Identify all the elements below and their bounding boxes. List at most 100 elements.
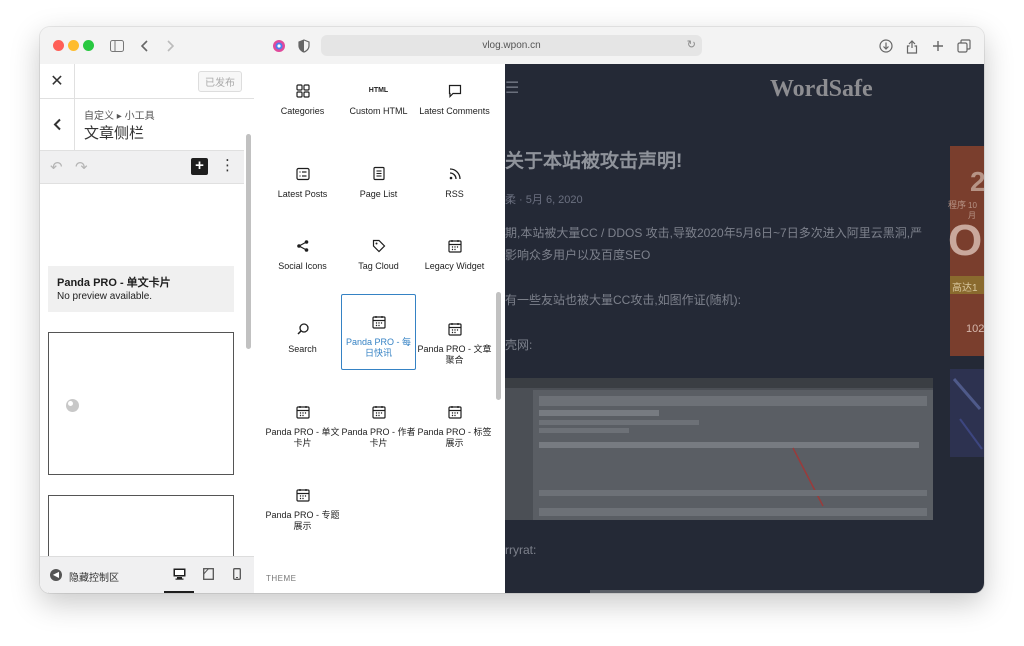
widget-preview[interactable] — [48, 332, 234, 475]
block-label: Panda PRO - 专题展示 — [265, 510, 340, 531]
browser-window: vlog.wpon.cn ↻ ✕ 已发布 自定义 ▸ 小工具 文章侧栏 ↶ ↷ … — [40, 27, 984, 593]
calendar-icon — [447, 240, 462, 253]
screenshot-content — [533, 390, 933, 520]
inserter-section-label: THEME — [266, 574, 297, 583]
block-label: Page List — [359, 189, 398, 199]
menu-icon[interactable]: ☰ — [505, 78, 519, 98]
post-meta: 柔 · 5月 6, 2020 — [505, 194, 583, 206]
mobile-preview-icon[interactable] — [229, 566, 245, 582]
sidebar-image[interactable] — [950, 369, 984, 457]
inserter-scrollbar[interactable] — [496, 292, 501, 400]
widget-block-card[interactable]: Panda PRO - 单文卡片 No preview available. — [48, 266, 234, 312]
published-button[interactable]: 已发布 — [198, 71, 242, 92]
panel-scrollbar[interactable] — [246, 134, 251, 349]
block-panda-tag-display[interactable]: Panda PRO - 标签展示 — [417, 385, 492, 461]
block-label: Latest Posts — [277, 189, 328, 199]
undo-icon[interactable]: ↶ — [50, 158, 63, 176]
block-custom-html[interactable]: HTML Custom HTML — [341, 64, 416, 140]
block-label: Categories — [280, 106, 325, 116]
customizer-header: ✕ 已发布 — [40, 64, 254, 99]
block-label: Panda PRO - 标签展示 — [417, 427, 492, 448]
forward-icon[interactable] — [160, 36, 180, 56]
block-panda-topic-display[interactable]: Panda PRO - 专题展示 — [265, 468, 340, 544]
block-panda-article-aggregate[interactable]: Panda PRO - 文章聚合 — [417, 302, 492, 378]
close-customizer-button[interactable]: ✕ — [40, 64, 75, 98]
block-page-list[interactable]: Page List — [341, 147, 416, 223]
customizer-footer: ◀ 隐藏控制区 — [40, 556, 254, 593]
block-panda-single-card[interactable]: Panda PRO - 单文卡片 — [265, 385, 340, 461]
block-label: Search — [288, 344, 317, 354]
block-inserter: Categories HTML Custom HTML Latest Comme… — [254, 64, 506, 593]
block-label: Legacy Widget — [424, 261, 485, 271]
calendar-icon — [447, 406, 462, 419]
html-icon: HTML — [368, 87, 389, 94]
desktop-preview-icon[interactable] — [171, 566, 187, 582]
calendar-icon — [371, 406, 386, 419]
block-social-icons[interactable]: Social Icons — [265, 219, 340, 295]
downloads-icon[interactable] — [876, 36, 896, 56]
block-label: Panda PRO - 文章聚合 — [417, 344, 492, 365]
comment-icon — [448, 84, 461, 98]
section-title: 文章侧栏 — [84, 125, 145, 142]
close-window-button[interactable] — [53, 40, 64, 51]
post-paragraph: rryrat: — [505, 543, 537, 557]
block-tag-cloud[interactable]: Tag Cloud — [341, 219, 416, 295]
content-scroll-edge — [590, 590, 930, 593]
privacy-shield-icon[interactable] — [294, 36, 314, 56]
loading-spinner-icon — [66, 399, 79, 412]
new-tab-icon[interactable] — [928, 36, 948, 56]
block-card-subtitle: No preview available. — [57, 291, 153, 302]
block-legacy-widget[interactable]: Legacy Widget — [417, 219, 492, 295]
post-paragraph: 壳网: — [505, 338, 533, 352]
block-label: Panda PRO - 每日快讯 — [345, 337, 412, 358]
site-title[interactable]: WordSafe — [770, 76, 873, 103]
share-icon[interactable] — [902, 36, 922, 56]
add-block-button[interactable]: + — [191, 158, 208, 175]
extension-icon[interactable] — [269, 36, 289, 56]
browser-toolbar: vlog.wpon.cn ↻ — [40, 27, 984, 65]
ad-text: 高达1 — [952, 283, 978, 294]
search-icon — [296, 323, 309, 335]
block-latest-comments[interactable]: Latest Comments — [417, 64, 492, 140]
block-label: Social Icons — [278, 261, 327, 271]
post-paragraph: 影响众多用户以及百度SEO — [505, 248, 651, 262]
post-screenshot-image — [505, 378, 933, 520]
block-latest-posts[interactable]: Latest Posts — [265, 147, 340, 223]
block-categories[interactable]: Categories — [265, 64, 340, 140]
block-search[interactable]: Search — [265, 302, 340, 378]
categories-icon — [295, 84, 310, 98]
sidebar-ad-banner[interactable]: 2 程序 10月 O 高达1 102 — [948, 146, 984, 356]
ad-number: 102 — [966, 323, 984, 335]
more-options-icon[interactable]: ⋮ — [220, 156, 235, 174]
hide-controls-label[interactable]: 隐藏控制区 — [69, 569, 119, 584]
ad-number: O — [948, 216, 983, 265]
redo-icon[interactable]: ↷ — [75, 158, 88, 176]
block-label: Panda PRO - 单文卡片 — [265, 427, 340, 448]
url-text: vlog.wpon.cn — [482, 40, 541, 51]
calendar-icon — [295, 489, 310, 502]
back-button[interactable] — [40, 99, 75, 150]
share-icon — [296, 240, 308, 252]
post-title[interactable]: 关于本站被攻击声明! — [505, 146, 682, 173]
block-label: Tag Cloud — [358, 261, 399, 271]
calendar-icon — [295, 406, 310, 419]
address-bar[interactable]: vlog.wpon.cn ↻ — [321, 35, 702, 56]
reload-icon[interactable]: ↻ — [687, 38, 696, 51]
active-device-indicator — [164, 591, 194, 593]
zoom-window-button[interactable] — [83, 40, 94, 51]
tab-overview-icon[interactable] — [954, 36, 974, 56]
block-panda-daily-news[interactable]: Panda PRO - 每日快讯 — [341, 294, 416, 370]
block-rss[interactable]: RSS — [417, 147, 492, 223]
breadcrumb: 自定义 ▸ 小工具 — [84, 111, 155, 122]
minimize-window-button[interactable] — [68, 40, 79, 51]
sidebar-toggle-icon[interactable] — [107, 36, 127, 56]
collapse-icon[interactable]: ◀ — [50, 569, 62, 581]
tablet-preview-icon[interactable] — [200, 566, 216, 582]
block-panda-author-card[interactable]: Panda PRO - 作者卡片 — [341, 385, 416, 461]
screenshot-toolbar — [505, 378, 933, 388]
ad-text: 程序 — [948, 200, 967, 210]
page-list-icon — [372, 166, 385, 181]
back-icon[interactable] — [135, 36, 155, 56]
calendar-icon — [371, 316, 386, 329]
post-paragraph: 期,本站被大量CC / DDOS 攻击,导致2020年5月6日~7日多次进入阿里… — [505, 226, 923, 240]
